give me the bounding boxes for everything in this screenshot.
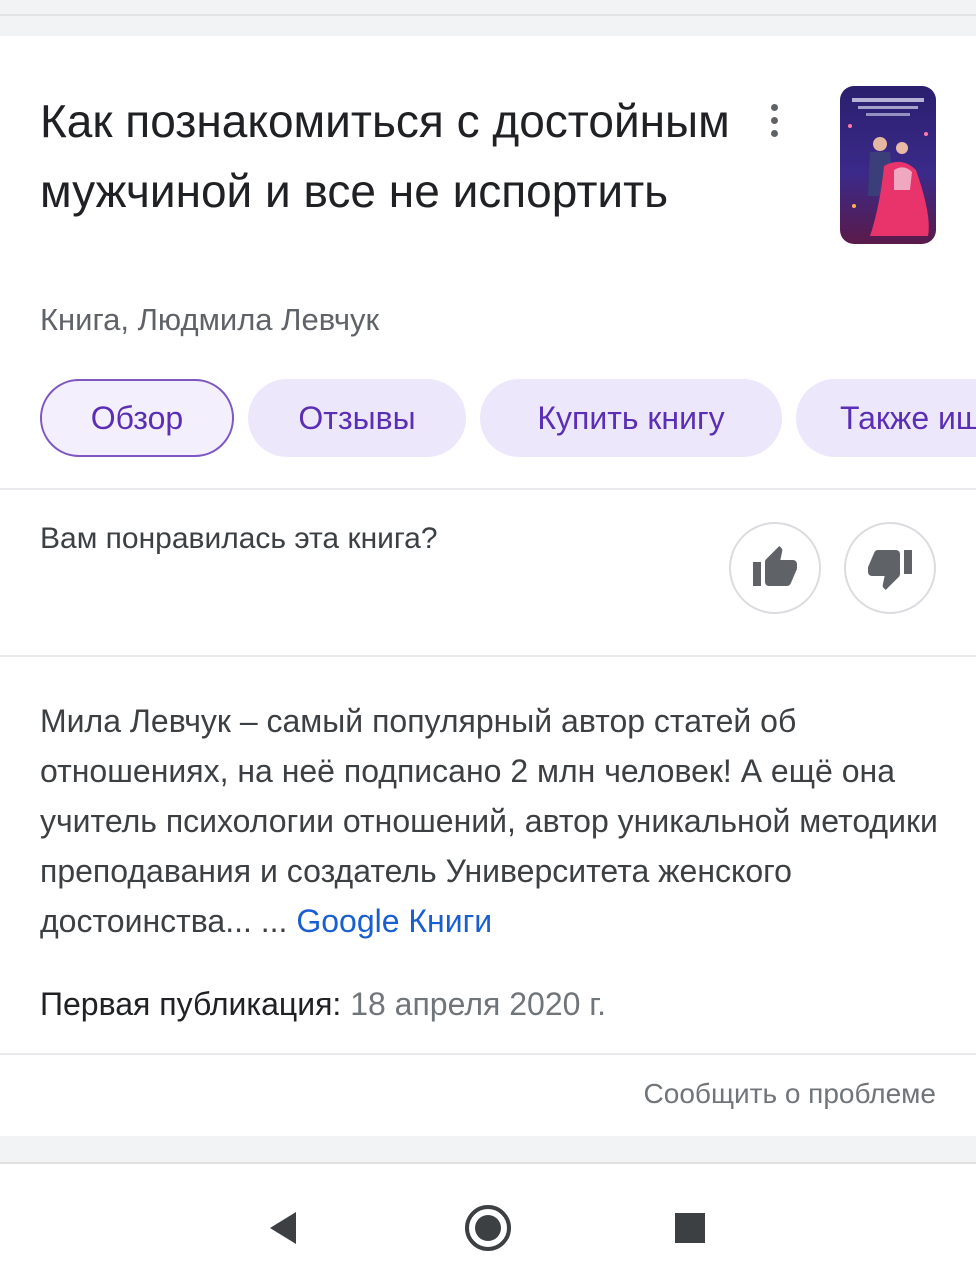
google-books-link[interactable]: Google Книги: [296, 903, 492, 939]
home-circle-icon[interactable]: [460, 1200, 516, 1256]
bottom-spacer: [0, 1136, 976, 1162]
book-description: Мила Левчук – самый популярный автор ста…: [40, 696, 950, 946]
section-divider: [0, 488, 976, 490]
publication-date: 18 апреля 2020 г.: [350, 986, 606, 1022]
section-divider: [0, 1053, 976, 1055]
tab-reviews-label: Отзывы: [298, 399, 416, 436]
tab-buy-book[interactable]: Купить книгу: [480, 379, 782, 457]
tab-bar: Обзор Отзывы Купить книгу Также ищут: [40, 379, 976, 459]
book-title: Как познакомиться с достойным мужчиной и…: [40, 95, 730, 217]
more-options-icon[interactable]: [754, 100, 794, 140]
feedback-question: Вам понравилась эта книга?: [40, 522, 438, 555]
tab-overview-label: Обзор: [90, 399, 184, 436]
section-divider: [0, 655, 976, 657]
thumb-down-icon: [868, 550, 912, 590]
first-publication: Первая публикация: 18 апреля 2020 г.: [40, 986, 606, 1023]
top-spacer: [0, 0, 976, 36]
report-problem-link[interactable]: Сообщить о проблеме: [644, 1078, 936, 1110]
system-navigation-bar: [0, 1162, 976, 1282]
top-divider: [0, 14, 976, 16]
like-button[interactable]: [729, 522, 821, 614]
recents-square-icon[interactable]: [662, 1200, 718, 1256]
tab-also-searched-label: Также ищут: [840, 399, 976, 436]
book-subtitle: Книга, Людмила Левчук: [40, 302, 380, 337]
thumb-up-icon: [753, 546, 797, 586]
tab-reviews[interactable]: Отзывы: [248, 379, 466, 457]
tab-buy-book-label: Купить книгу: [537, 399, 725, 436]
dislike-button[interactable]: [844, 522, 936, 614]
tab-also-searched[interactable]: Также ищут: [796, 379, 976, 457]
publication-label: Первая публикация:: [40, 986, 342, 1022]
back-triangle-icon[interactable]: [255, 1200, 311, 1256]
book-cover-image[interactable]: [840, 86, 936, 244]
tab-overview[interactable]: Обзор: [40, 379, 234, 457]
